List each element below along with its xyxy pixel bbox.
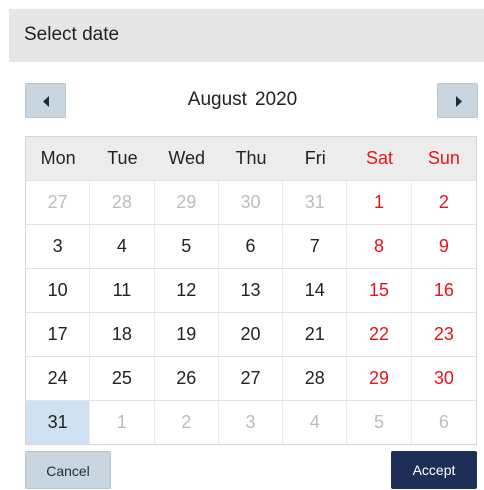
day-cell[interactable]: 1 [347, 181, 412, 224]
week-row: 10 11 12 13 14 15 16 [26, 268, 476, 312]
day-cell[interactable]: 29 [347, 357, 412, 400]
calendar-body: 27 28 29 30 31 1 2 3 4 5 6 7 8 9 10 11 12 13 14 15 16 17 18 19 2… [26, 180, 476, 444]
day-cell[interactable]: 16 [412, 269, 476, 312]
day-cell[interactable]: 28 [283, 357, 348, 400]
day-cell[interactable]: 18 [90, 313, 155, 356]
day-cell[interactable]: 19 [155, 313, 219, 356]
chevron-left-icon [43, 96, 49, 107]
day-cell[interactable]: 9 [412, 225, 476, 268]
weekday-tue: Tue [107, 148, 138, 168]
week-row: 24 25 26 27 28 29 30 [26, 356, 476, 400]
day-cell[interactable]: 30 [219, 181, 284, 224]
day-cell[interactable]: 12 [155, 269, 219, 312]
month-year-label: August 2020 [130, 89, 355, 111]
day-cell[interactable]: 4 [90, 225, 155, 268]
cancel-button[interactable]: Cancel [25, 451, 111, 489]
dialog-title-bar: Select date [9, 9, 484, 62]
chevron-right-icon [456, 96, 462, 107]
day-cell[interactable]: 27 [219, 357, 284, 400]
week-row: 17 18 19 20 21 22 23 [26, 312, 476, 356]
selected-day-cell[interactable]: 31 [26, 401, 91, 444]
day-cell[interactable]: 3 [26, 225, 91, 268]
day-cell[interactable]: 8 [347, 225, 412, 268]
next-month-button[interactable] [437, 83, 478, 118]
day-cell[interactable]: 24 [26, 357, 91, 400]
day-cell[interactable]: 20 [219, 313, 284, 356]
day-cell[interactable]: 26 [155, 357, 219, 400]
dialog-title: Select date [24, 24, 120, 45]
day-cell[interactable]: 13 [219, 269, 284, 312]
day-cell[interactable]: 6 [412, 401, 476, 444]
previous-month-button[interactable] [25, 83, 66, 118]
day-cell[interactable]: 15 [347, 269, 412, 312]
weekday-header: Mon Tue Wed Thu Fri Sat Sun [26, 137, 476, 180]
day-cell[interactable]: 7 [283, 225, 348, 268]
day-cell[interactable]: 14 [283, 269, 348, 312]
year-label: 2020 [254, 89, 298, 110]
day-cell[interactable]: 25 [90, 357, 155, 400]
day-cell[interactable]: 4 [283, 401, 348, 444]
day-cell[interactable]: 23 [412, 313, 476, 356]
day-cell[interactable]: 6 [219, 225, 284, 268]
weekday-sat: Sat [366, 148, 394, 168]
day-cell[interactable]: 21 [283, 313, 348, 356]
day-cell[interactable]: 17 [26, 313, 91, 356]
week-row: 31 1 2 3 4 5 6 [26, 400, 476, 444]
day-cell[interactable]: 2 [155, 401, 219, 444]
day-cell[interactable]: 11 [90, 269, 155, 312]
day-cell[interactable]: 3 [219, 401, 284, 444]
day-cell[interactable]: 27 [26, 181, 91, 224]
week-row: 27 28 29 30 31 1 2 [26, 180, 476, 224]
day-cell[interactable]: 28 [90, 181, 155, 224]
weekday-mon: Mon [40, 148, 76, 168]
day-cell[interactable]: 2 [412, 181, 476, 224]
calendar-grid: Mon Tue Wed Thu Fri Sat Sun 27 28 29 30 31 1 2 3 4 5 6 7 8… [25, 136, 477, 445]
day-cell[interactable]: 10 [26, 269, 91, 312]
day-cell[interactable]: 31 [283, 181, 348, 224]
accept-button[interactable]: Accept [391, 451, 477, 489]
weekday-fri: Fri [304, 148, 326, 168]
weekday-sun: Sun [427, 148, 460, 168]
day-cell[interactable]: 29 [155, 181, 219, 224]
week-row: 3456789 [26, 224, 476, 268]
day-cell[interactable]: 30 [412, 357, 476, 400]
month-label: August [187, 89, 247, 110]
day-cell[interactable]: 5 [347, 401, 412, 444]
day-cell[interactable]: 22 [347, 313, 412, 356]
weekday-thu: Thu [235, 148, 267, 168]
weekday-wed: Wed [168, 148, 206, 168]
day-cell[interactable]: 5 [155, 225, 219, 268]
day-cell[interactable]: 1 [90, 401, 155, 444]
